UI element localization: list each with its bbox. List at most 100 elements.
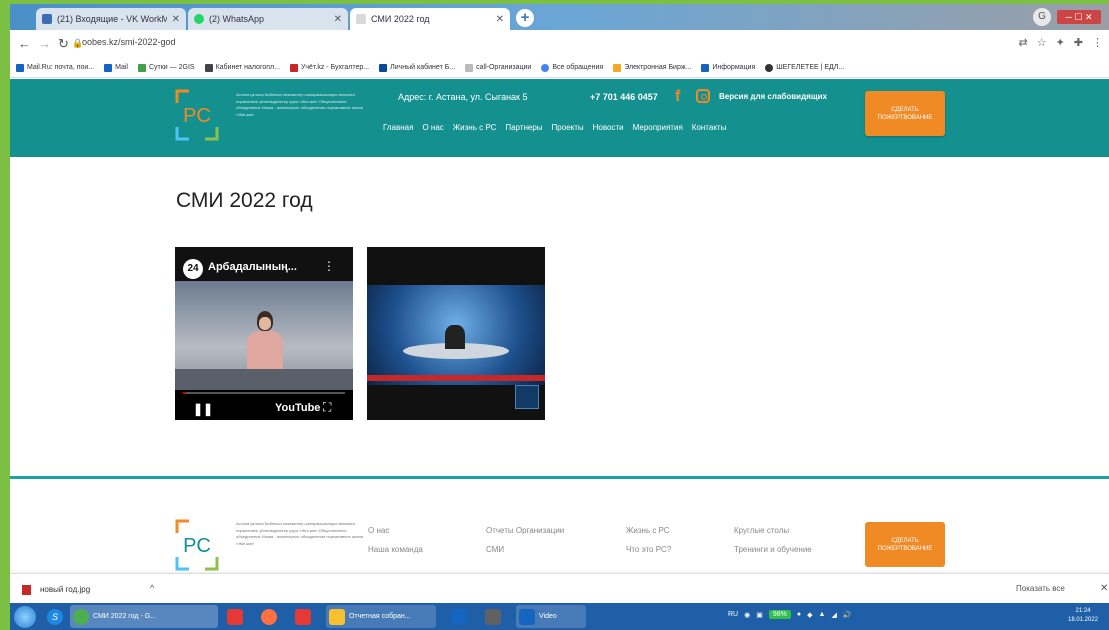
- tab-whatsapp[interactable]: (2) WhatsApp ✕: [188, 8, 348, 30]
- download-bar: новый год.jpg ^ Показать все ✕: [10, 573, 1109, 604]
- nav-contacts[interactable]: Контакты: [692, 123, 727, 132]
- tray-icon[interactable]: ◆: [807, 611, 812, 619]
- close-tab-icon[interactable]: ✕: [172, 14, 180, 25]
- download-options-caret-icon[interactable]: ^: [150, 583, 154, 593]
- reload-icon[interactable]: ↻: [58, 36, 69, 52]
- forward-arrow-icon[interactable]: →: [38, 36, 51, 51]
- footer-col-4: Круглые столы Тренинги и обучение: [734, 521, 812, 559]
- facebook-icon[interactable]: f: [675, 88, 689, 106]
- chrome-icon: [73, 608, 89, 625]
- window-buttons[interactable]: ─ ☐ ✕: [1057, 10, 1101, 24]
- footer-logo-caption: Астана қаласы Бейнеши мекемелер шығармаш…: [236, 521, 364, 546]
- bookmark-item[interactable]: Все обращения: [541, 63, 603, 72]
- bookmark-favicon-icon: [204, 63, 213, 72]
- taskbar-chrome[interactable]: СМИ 2022 год - G...: [70, 605, 218, 628]
- video-menu-icon[interactable]: ⋮: [323, 259, 335, 273]
- footer-link[interactable]: Отчеты Организации: [486, 521, 564, 540]
- close-download-bar-icon[interactable]: ✕: [1100, 583, 1108, 594]
- taskbar-video[interactable]: Video: [516, 605, 586, 628]
- nav-news[interactable]: Новости: [593, 123, 624, 132]
- tray-icon[interactable]: ▣: [756, 611, 763, 619]
- video-player-2[interactable]: [367, 247, 545, 420]
- video-progress-bar[interactable]: [183, 392, 345, 394]
- bookmark-item[interactable]: Сутки — 2GIS: [137, 63, 195, 72]
- fullscreen-icon[interactable]: ⛶: [323, 400, 331, 415]
- channel-logo-icon: [515, 385, 539, 409]
- footer-donate-button[interactable]: СДЕЛАТЬ ПОЖЕРТВОВАНИЕ: [865, 522, 945, 567]
- video-player-1[interactable]: 24 Арбадалының... ⋮ ❚❚ YouTube ⛶: [175, 247, 353, 420]
- translate-icon[interactable]: ⇄: [1018, 36, 1027, 49]
- taskbar-folder[interactable]: Отчетная собран...: [326, 605, 436, 628]
- bookmark-favicon-icon: [289, 63, 298, 72]
- footer-link[interactable]: Наша команда: [368, 540, 423, 559]
- skype-icon: S: [47, 608, 63, 625]
- footer-link[interactable]: Что это РС?: [626, 540, 671, 559]
- taskbar-clock[interactable]: 21:24 18.01.2022: [1068, 607, 1098, 625]
- nav-events[interactable]: Мероприятия: [633, 123, 683, 132]
- tab-mail[interactable]: (21) Входящие - VK WorkMail ✕: [36, 8, 186, 30]
- volume-icon[interactable]: 🔊: [843, 611, 852, 619]
- start-button[interactable]: [14, 606, 36, 628]
- taskbar-pdf[interactable]: [292, 605, 314, 628]
- bookmark-item[interactable]: ШЕГЕЛЕТЕЕ | ЕДЛ...: [765, 63, 844, 72]
- download-filename[interactable]: новый год.jpg: [40, 585, 90, 594]
- bookmark-item[interactable]: Информация: [701, 63, 755, 72]
- tab-smi-2022[interactable]: СМИ 2022 год ✕: [350, 8, 510, 30]
- show-all-downloads-button[interactable]: Показать все: [1016, 584, 1065, 593]
- image-file-icon: [22, 585, 31, 595]
- accessible-version-link[interactable]: Версия для слабовидящих: [719, 92, 827, 101]
- footer-link[interactable]: Тренинги и обучение: [734, 540, 812, 559]
- puzzle-icon[interactable]: ✚: [1074, 36, 1083, 49]
- footer-logo[interactable]: PC: [175, 519, 219, 571]
- language-indicator[interactable]: RU: [728, 611, 738, 618]
- taskbar-skype[interactable]: S: [44, 605, 66, 628]
- close-tab-icon[interactable]: ✕: [334, 14, 342, 25]
- taskbar-firefox[interactable]: [258, 605, 280, 628]
- close-tab-icon[interactable]: ✕: [496, 14, 504, 25]
- nav-life-with-ms[interactable]: Жизнь с РС: [453, 123, 497, 132]
- menu-icon[interactable]: ⋮: [1092, 36, 1103, 49]
- taskbar-app[interactable]: [224, 605, 246, 628]
- new-tab-button[interactable]: +: [516, 9, 534, 27]
- bookmark-item[interactable]: Mail: [104, 63, 128, 72]
- network-icon[interactable]: ◢: [831, 611, 836, 619]
- donate-button[interactable]: СДЕЛАТЬ ПОЖЕРТВОВАНИЕ: [865, 91, 945, 136]
- footer-link[interactable]: Жизнь с РС: [626, 521, 671, 540]
- bookmark-item[interactable]: Личный кабинет Б...: [379, 63, 455, 72]
- bookmark-star-icon[interactable]: ☆: [1037, 36, 1047, 49]
- svg-text:PC: PC: [183, 105, 211, 127]
- battery-indicator[interactable]: 98%: [768, 610, 791, 619]
- tray-icon[interactable]: ●: [797, 611, 801, 618]
- bookmark-favicon-icon: [104, 63, 113, 72]
- nav-partners[interactable]: Партнеры: [505, 123, 542, 132]
- video-frame: [175, 281, 353, 391]
- bookmark-item[interactable]: Кабинет налогопл...: [204, 63, 280, 72]
- youtube-logo[interactable]: YouTube: [275, 402, 320, 414]
- site-logo[interactable]: PC: [175, 89, 219, 141]
- pause-icon[interactable]: ❚❚: [193, 402, 213, 416]
- back-arrow-icon[interactable]: ←: [18, 36, 31, 51]
- footer-col-3: Жизнь с РС Что это РС?: [626, 521, 671, 559]
- tray-icon[interactable]: ▲: [819, 611, 826, 618]
- instagram-icon[interactable]: [696, 89, 710, 103]
- extension-icon[interactable]: ✦: [1056, 36, 1065, 49]
- nav-home[interactable]: Главная: [383, 123, 413, 132]
- tray-icon[interactable]: ◉: [744, 611, 750, 619]
- header-phone[interactable]: +7 701 446 0457: [590, 92, 658, 102]
- video-title[interactable]: Арбадалының...: [208, 261, 297, 273]
- bookmark-item[interactable]: Mail.Ru: почта, пои...: [16, 63, 94, 72]
- footer-link[interactable]: О нас: [368, 521, 423, 540]
- bookmark-item[interactable]: Электронная Бирж...: [613, 63, 691, 72]
- address-bar[interactable]: oobes.kz/smi-2022-god: [82, 37, 176, 47]
- bookmark-item[interactable]: call-Организации: [465, 63, 531, 72]
- taskbar-app2[interactable]: [482, 605, 504, 628]
- profile-avatar[interactable]: G: [1033, 8, 1051, 26]
- bookmark-item[interactable]: Учёт.kz - Бухгалтер...: [289, 63, 369, 72]
- nav-about[interactable]: О нас: [422, 123, 443, 132]
- taskbar-word[interactable]: [448, 605, 470, 628]
- video-controls: ❚❚ YouTube ⛶: [175, 390, 353, 420]
- footer-link[interactable]: Круглые столы: [734, 521, 812, 540]
- nav-projects[interactable]: Проекты: [552, 123, 584, 132]
- browser-tab-bar: (21) Входящие - VK WorkMail ✕ (2) WhatsA…: [10, 4, 1109, 30]
- footer-link[interactable]: СМИ: [486, 540, 564, 559]
